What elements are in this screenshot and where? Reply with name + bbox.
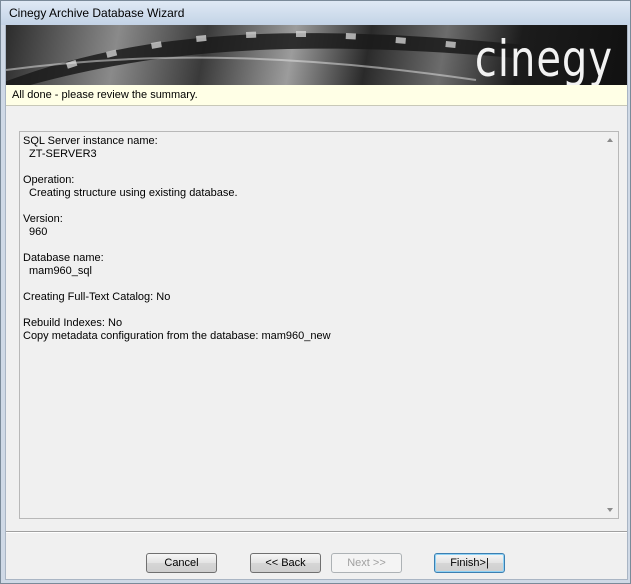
summary-label: Operation: [23, 174, 75, 186]
arrow-down-icon [607, 508, 613, 512]
summary-value: Creating structure using existing databa… [29, 187, 238, 199]
banner-image: cinegy [6, 25, 627, 85]
summary-label: SQL Server instance name: [23, 135, 158, 147]
summary-label: Version: [23, 213, 63, 225]
next-button[interactable]: Next >> [331, 553, 402, 573]
summary-line: Copy metadata configuration from the dat… [23, 330, 331, 342]
title-bar[interactable]: Cinegy Archive Database Wizard [1, 1, 630, 25]
status-strip: All done - please review the summary. [6, 85, 627, 106]
vertical-scrollbar[interactable] [601, 132, 618, 518]
cancel-button[interactable]: Cancel [146, 553, 217, 573]
arrow-up-icon [607, 138, 613, 142]
summary-label: Database name: [23, 252, 104, 264]
status-message: All done - please review the summary. [12, 89, 198, 101]
summary-value: mam960_sql [29, 265, 92, 277]
button-separator [6, 531, 627, 533]
wizard-client-area: cinegy All done - please review the summ… [5, 25, 628, 580]
scroll-up-button[interactable] [601, 132, 618, 149]
window-title: Cinegy Archive Database Wizard [9, 6, 185, 20]
scroll-down-button[interactable] [601, 501, 618, 518]
wizard-window: Cinegy Archive Database Wizard cinegy Al… [0, 0, 631, 584]
summary-value: 960 [29, 226, 48, 238]
summary-value: ZT-SERVER3 [29, 148, 97, 160]
summary-content: SQL Server instance name: ZT-SERVER3 Ope… [23, 135, 597, 343]
summary-line: Rebuild Indexes: No [23, 317, 123, 329]
back-button[interactable]: << Back [250, 553, 321, 573]
finish-button[interactable]: Finish>| [434, 553, 505, 573]
cinegy-logo: cinegy [474, 31, 613, 85]
summary-text-box[interactable]: SQL Server instance name: ZT-SERVER3 Ope… [19, 131, 619, 519]
summary-line: Creating Full-Text Catalog: No [23, 291, 171, 303]
